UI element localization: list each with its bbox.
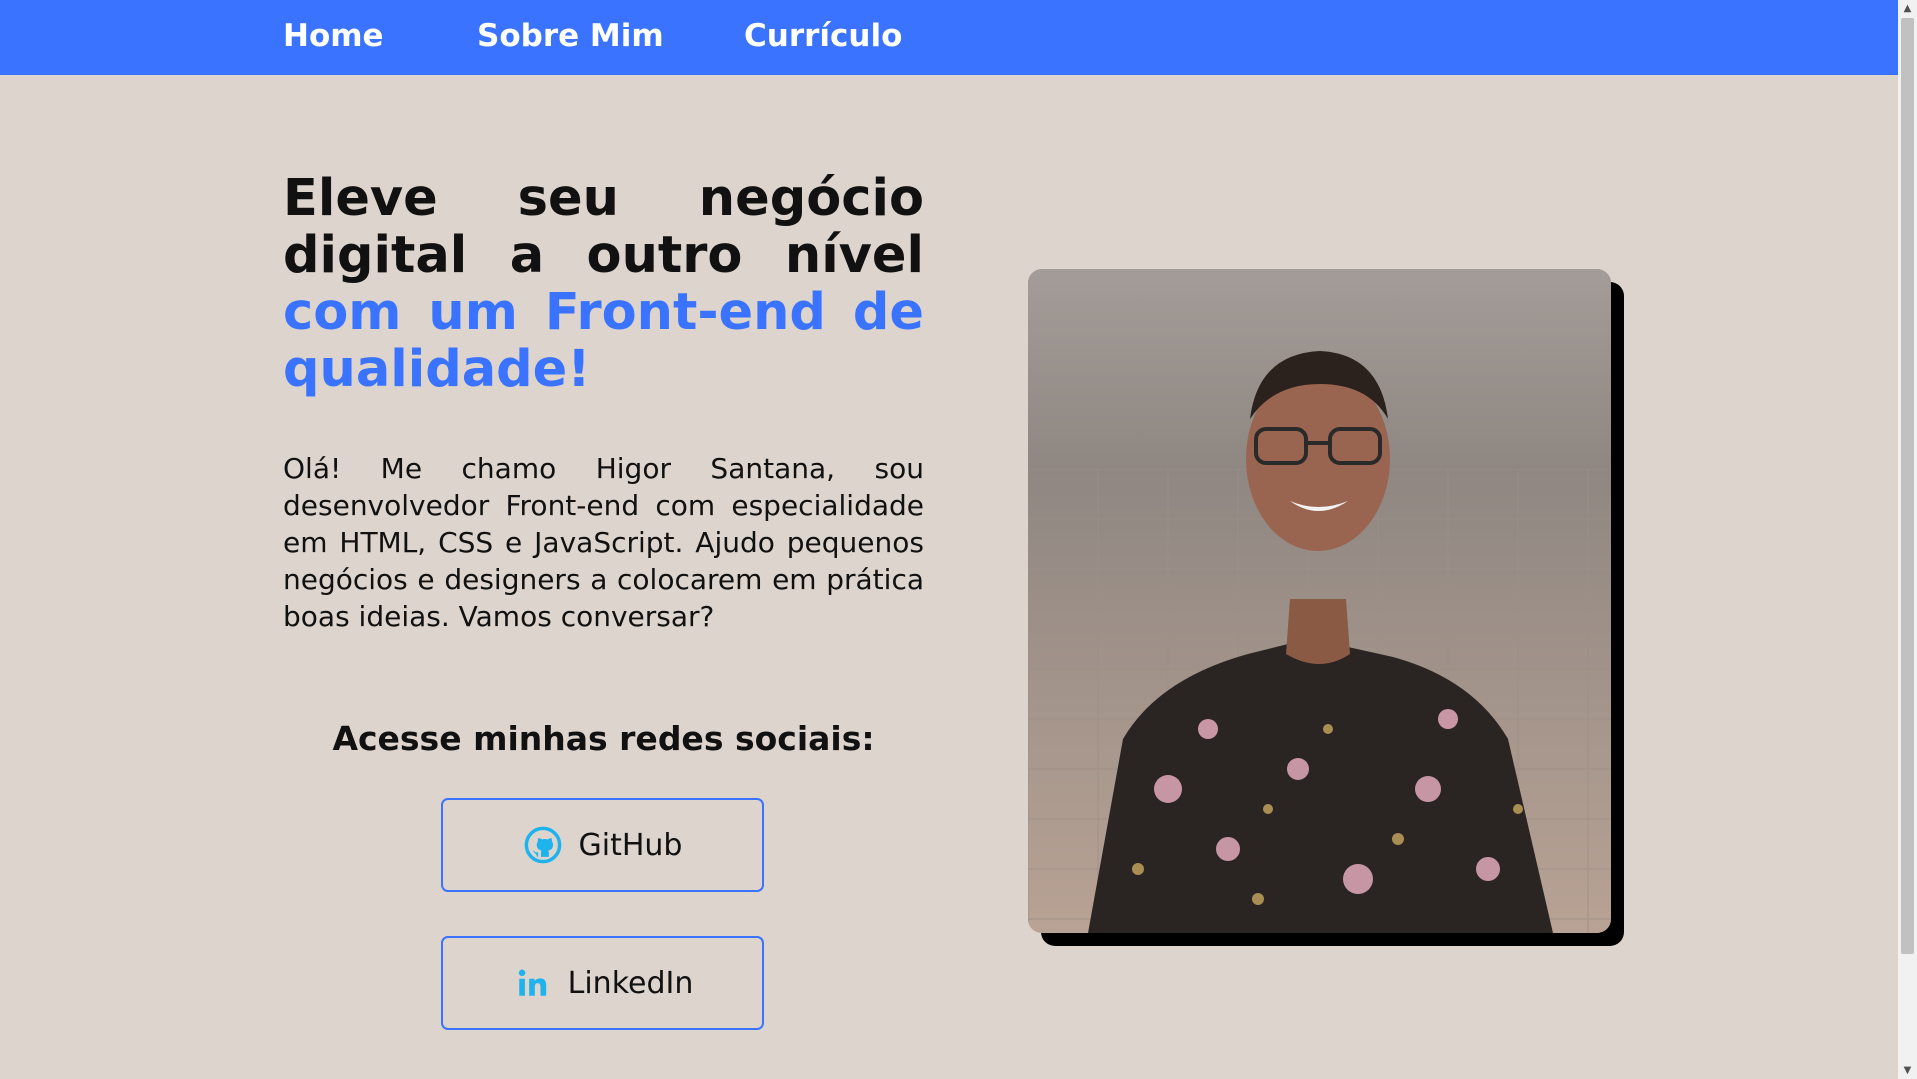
linkedin-label: LinkedIn — [567, 965, 694, 1001]
linkedin-icon — [512, 963, 552, 1003]
social-heading: Acesse minhas redes sociais: — [332, 719, 875, 758]
top-navbar: Home Sobre Mim Currículo — [0, 0, 1898, 75]
scroll-up-arrow-icon[interactable]: ▲ — [1898, 0, 1917, 17]
nav-about[interactable]: Sobre Mim — [477, 18, 664, 54]
headline-accent: com um Front-end de qualidade! — [283, 283, 924, 399]
scroll-down-arrow-icon[interactable]: ▼ — [1898, 1062, 1917, 1079]
scrollbar-thumb[interactable] — [1901, 18, 1914, 954]
github-icon — [523, 825, 563, 865]
nav-home[interactable]: Home — [283, 18, 384, 54]
nav-resume[interactable]: Currículo — [744, 18, 902, 54]
linkedin-button[interactable]: LinkedIn — [441, 936, 764, 1030]
hero-headline: Eleve seu negócio digital a outro nível … — [283, 170, 924, 398]
github-label: GitHub — [578, 827, 683, 863]
github-button[interactable]: GitHub — [441, 798, 764, 892]
intro-text: Olá! Me chamo Higor Santana, sou desenvo… — [283, 452, 924, 633]
headline-main: Eleve seu negócio digital a outro nível — [283, 169, 924, 285]
profile-photo — [1028, 269, 1611, 933]
